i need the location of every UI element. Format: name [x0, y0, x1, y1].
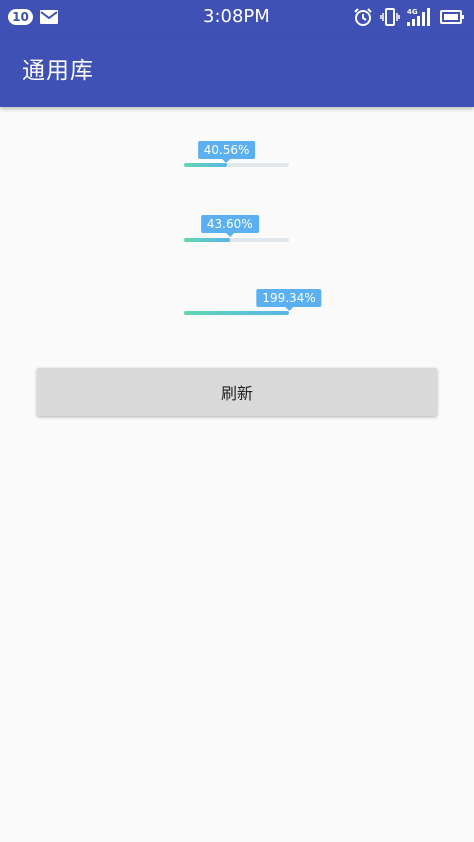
battery-icon — [440, 10, 464, 24]
progress-fill-3 — [184, 311, 289, 315]
status-bar: 10 3:08PM 4G — [0, 0, 474, 34]
notification-count-badge: 10 — [8, 9, 33, 25]
app-title: 通用库 — [22, 58, 94, 84]
progress-tooltip-1: 40.56% — [197, 141, 256, 163]
progress-tooltip-3: 199.34% — [256, 289, 322, 311]
mail-icon — [40, 10, 58, 24]
progress-fill-2 — [184, 238, 230, 242]
alarm-icon — [354, 8, 372, 26]
progress-track-3 — [184, 311, 289, 315]
refresh-button[interactable]: 刷新 — [37, 368, 437, 416]
signal-icon: 4G — [407, 8, 430, 26]
status-clock: 3:08PM — [203, 6, 270, 27]
progress-track-2 — [184, 238, 289, 242]
app-bar: 通用库 — [0, 34, 474, 107]
progress-track-1 — [184, 163, 289, 167]
network-type-label: 4G — [407, 8, 418, 16]
vibrate-icon — [380, 8, 400, 26]
progress-fill-1 — [184, 163, 227, 167]
progress-tooltip-2: 43.60% — [200, 215, 259, 237]
